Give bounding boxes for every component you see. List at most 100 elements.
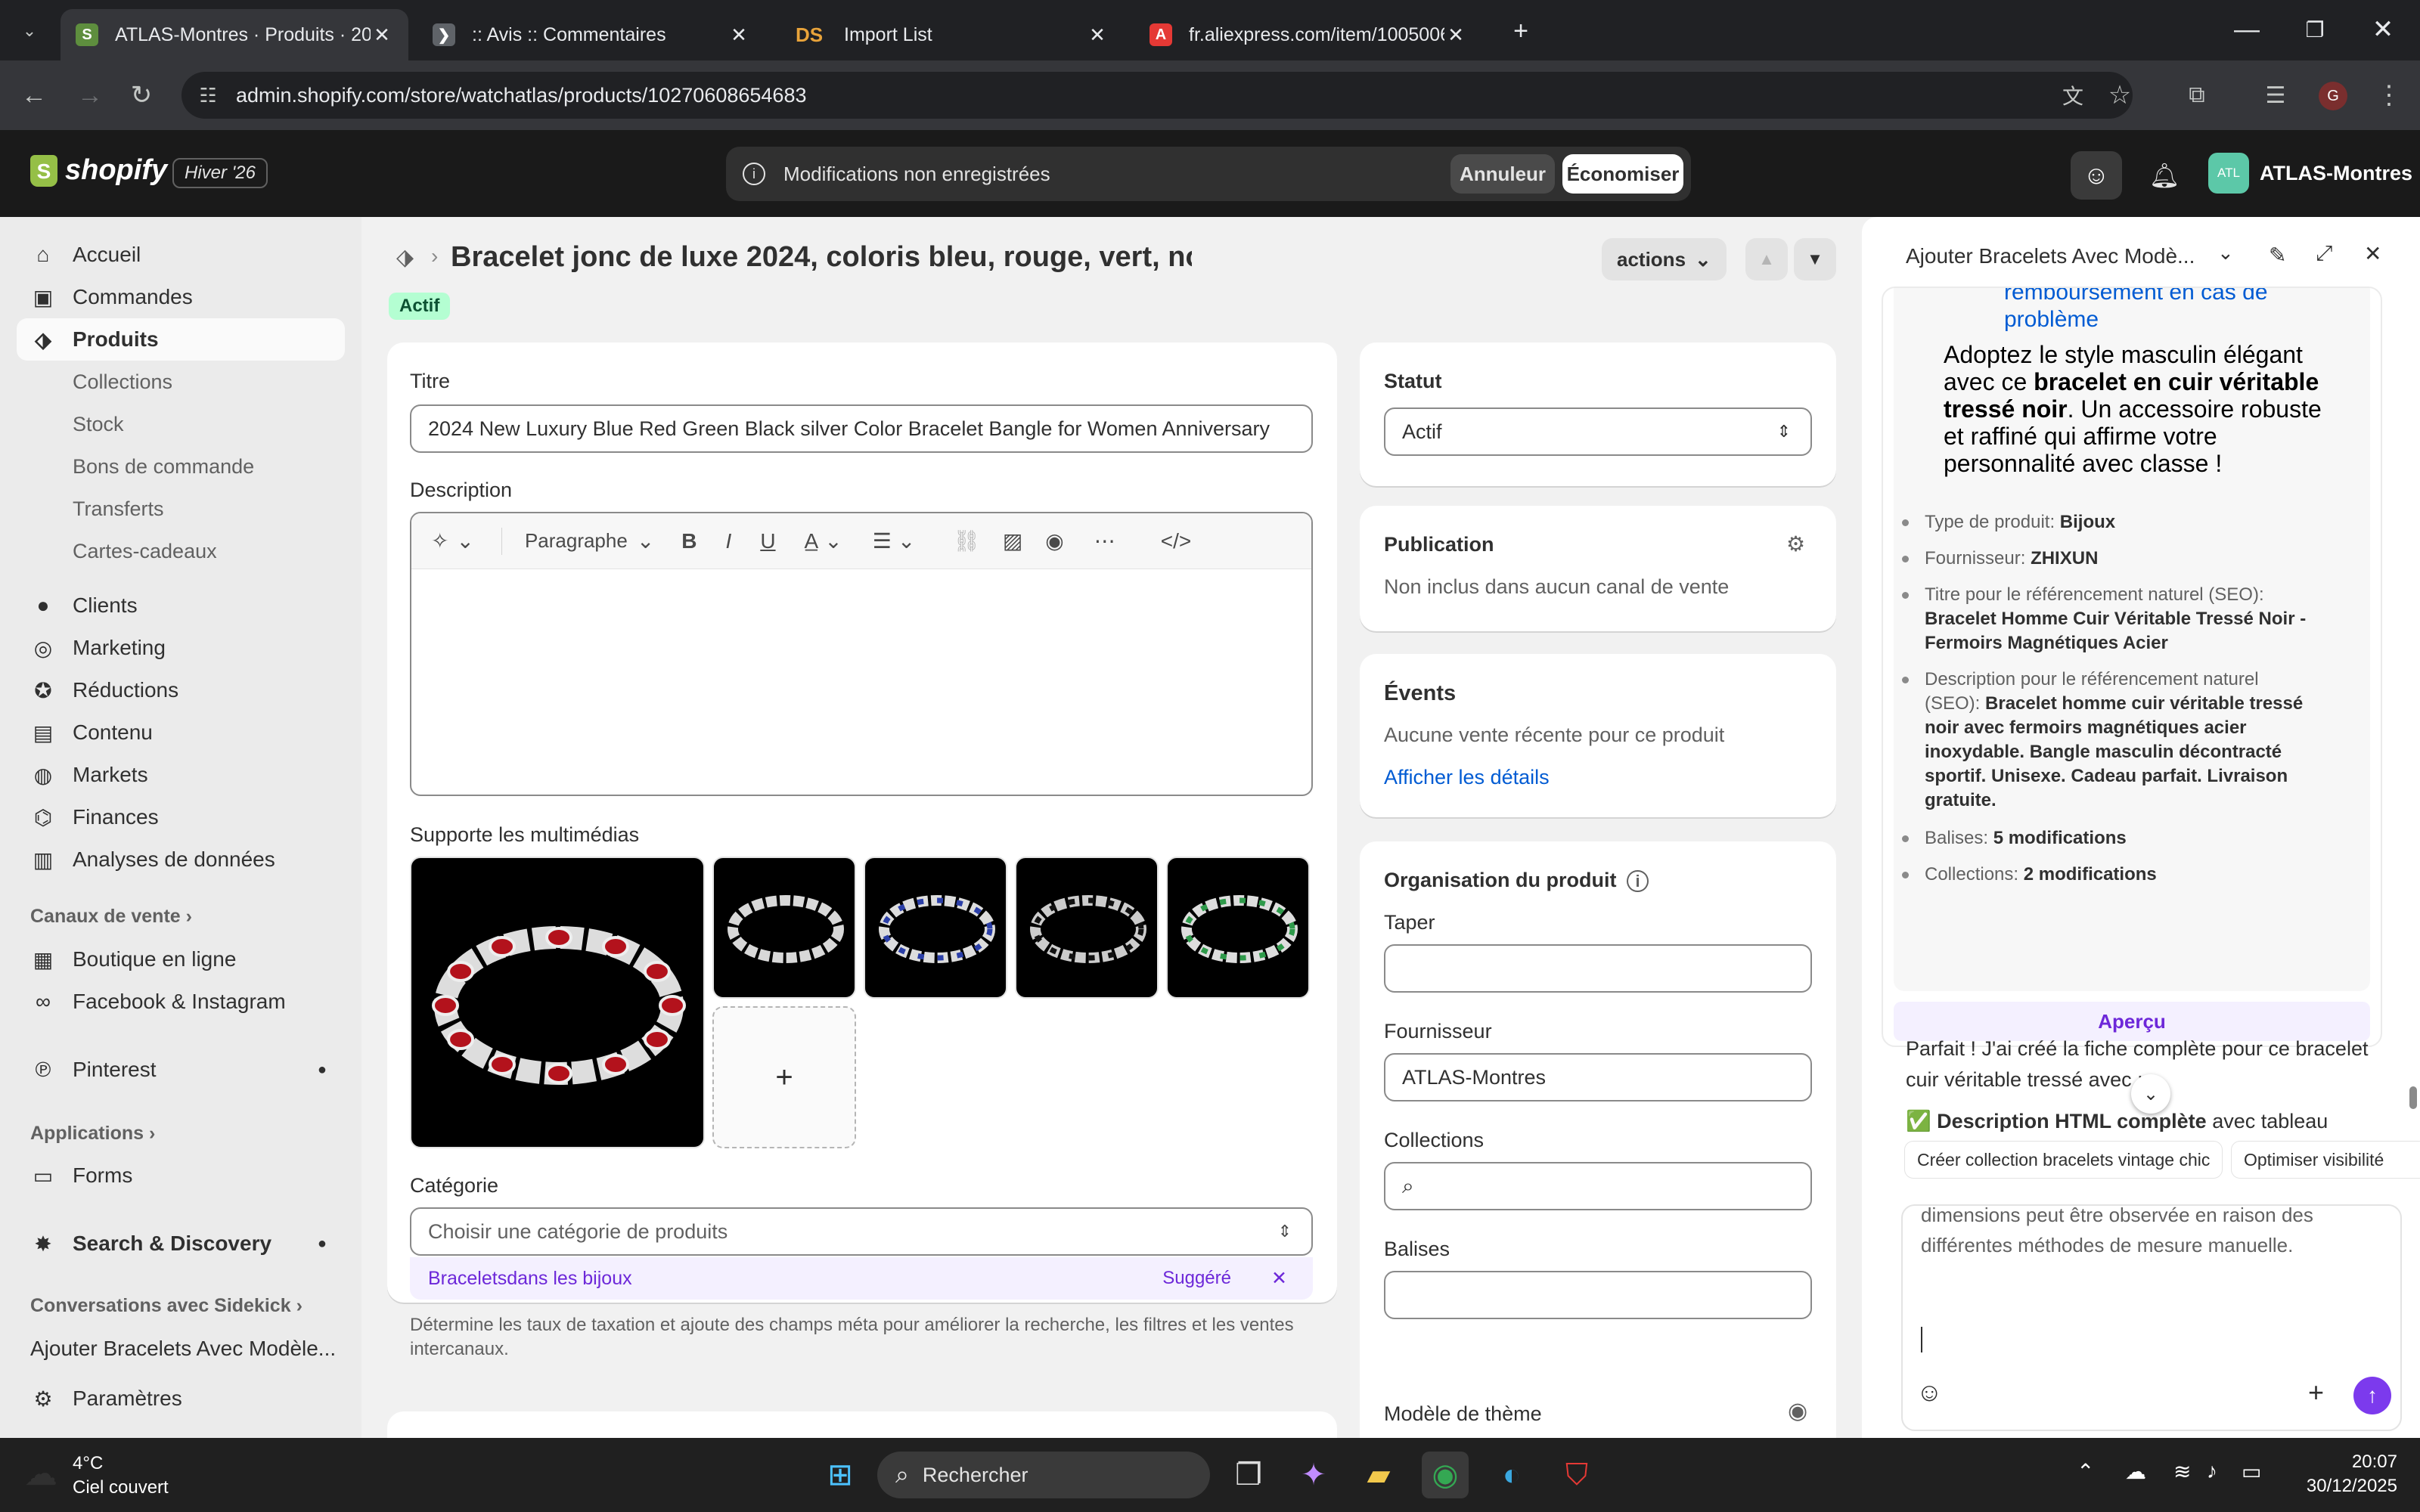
sidebar-item-pinterest[interactable]: ℗ Pinterest ●: [17, 1049, 345, 1091]
category-suggestion[interactable]: Bracelets dans les bijoux Suggéré ✕: [410, 1257, 1313, 1300]
media-thumb-silver[interactable]: [712, 857, 856, 999]
sidebar-item-analytics[interactable]: ▥ Analyses de données: [17, 838, 345, 881]
suggestion-chip[interactable]: Créer collection bracelets vintage chic: [1904, 1141, 2223, 1179]
dismiss-suggestion-icon[interactable]: ✕: [1271, 1267, 1287, 1290]
reload-icon[interactable]: ↻: [123, 76, 160, 114]
media-thumb-black[interactable]: [1015, 857, 1159, 999]
windows-start-icon[interactable]: ⊞: [817, 1452, 864, 1498]
sidebar-item-products[interactable]: ⬗ Produits: [17, 318, 345, 361]
next-product-button[interactable]: ▼: [1794, 238, 1836, 280]
back-icon[interactable]: ←: [15, 76, 53, 114]
close-window-icon[interactable]: ✕: [2364, 11, 2402, 48]
events-details-link[interactable]: Afficher les détails: [1384, 766, 1550, 789]
previous-product-button[interactable]: ▲: [1745, 238, 1788, 280]
type-input[interactable]: [1384, 944, 1812, 993]
html-code-icon[interactable]: </>: [1161, 529, 1191, 553]
sidekick-conversation-item[interactable]: Ajouter Bracelets Avec Modèle...: [30, 1337, 340, 1361]
onedrive-icon[interactable]: ☁: [2125, 1459, 2146, 1484]
address-bar[interactable]: admin.shopify.com/store/watchatlas/produ…: [182, 72, 2133, 119]
link-icon[interactable]: ⛓: [953, 528, 980, 553]
scroll-down-button[interactable]: ⌄: [2131, 1074, 2170, 1114]
bell-icon[interactable]: 🔔︎: [2145, 156, 2184, 195]
cut-link-text[interactable]: remboursement en cas de problème: [2004, 288, 2268, 333]
add-media-button[interactable]: +: [712, 1006, 856, 1148]
site-info-icon[interactable]: ☷: [189, 76, 227, 114]
sidebar-item-home[interactable]: ⌂ Accueil: [17, 234, 345, 276]
attach-icon[interactable]: +: [2308, 1377, 2324, 1408]
mcafee-icon[interactable]: ⛉: [1553, 1452, 1600, 1498]
media-thumb-green[interactable]: [1166, 857, 1310, 999]
chrome-menu-icon[interactable]: ⋮: [2370, 76, 2408, 114]
description-editor[interactable]: ✧ ⌄ Paragraphe ⌄ B I U A̲ ⌄ ☰ ⌄ ⛓ ▨ ◉ ⋯ </>: [410, 512, 1313, 796]
browser-tab-import-list[interactable]: DS Import List ✕: [776, 9, 1124, 60]
sidebar-item-settings[interactable]: ⚙ Paramètres: [17, 1377, 345, 1420]
sidebar-item-online-store[interactable]: ▦ Boutique en ligne: [17, 938, 345, 981]
sidebar-item-stock[interactable]: Stock: [17, 403, 345, 445]
eye-icon[interactable]: ◉: [1788, 1398, 1807, 1424]
weather-cloud-icon[interactable]: ☁: [24, 1455, 57, 1493]
chevron-down-icon[interactable]: ⌄: [2217, 241, 2234, 265]
new-tab-icon[interactable]: +: [1502, 12, 1540, 50]
extensions-icon[interactable]: ⧉: [2178, 76, 2216, 114]
sidebar-item-marketing[interactable]: ◎ Marketing: [17, 627, 345, 669]
paragraph-select[interactable]: Paragraphe: [525, 529, 628, 553]
info-icon[interactable]: i: [1627, 870, 1649, 892]
volume-icon[interactable]: ♪: [2207, 1459, 2217, 1483]
status-select[interactable]: Actif ⇕: [1384, 407, 1812, 456]
sidebar-item-forms[interactable]: ▭ Forms: [17, 1154, 345, 1197]
battery-icon[interactable]: ▭: [2242, 1459, 2261, 1484]
send-button[interactable]: ↑: [2353, 1377, 2391, 1414]
chrome-taskbar-icon[interactable]: ◉: [1422, 1452, 1469, 1498]
italic-icon[interactable]: I: [726, 529, 732, 553]
sidebar-item-discounts[interactable]: ✪ Réductions: [17, 669, 345, 711]
weather-widget[interactable]: 4°C Ciel couvert: [73, 1452, 169, 1500]
file-explorer-icon[interactable]: ▰: [1355, 1452, 1402, 1498]
shopify-logo[interactable]: S shopify: [30, 154, 167, 187]
sidebar-item-gift-cards[interactable]: Cartes-cadeaux: [17, 530, 345, 572]
collections-input[interactable]: ⌕: [1384, 1162, 1812, 1210]
copilot-icon[interactable]: ✦: [1290, 1452, 1337, 1498]
sidebar-item-finances[interactable]: ⌬ Finances: [17, 796, 345, 838]
reading-list-icon[interactable]: ☰: [2257, 76, 2294, 114]
suggestion-chip[interactable]: Optimiser visibilité: [2231, 1141, 2420, 1179]
bold-icon[interactable]: B: [681, 529, 697, 553]
close-tab-icon[interactable]: ✕: [1444, 23, 1467, 47]
media-main-image[interactable]: [410, 857, 705, 1148]
products-breadcrumb-tag-icon[interactable]: ⬗: [396, 244, 414, 271]
browser-tab-aliexpress[interactable]: A fr.aliexpress.com/item/1005006 ✕: [1134, 9, 1482, 60]
taskbar-clock[interactable]: 20:07 30/12/2025: [2291, 1450, 2397, 1498]
image-icon[interactable]: ▨: [1003, 528, 1022, 553]
sidebar-item-purchase-orders[interactable]: Bons de commande: [17, 445, 345, 488]
task-view-icon[interactable]: ❐: [1225, 1452, 1272, 1498]
edition-badge[interactable]: Hiver '26: [172, 158, 268, 188]
sidebar-item-customers[interactable]: ● Clients: [17, 584, 345, 627]
taskbar-search[interactable]: ⌕ Rechercher: [877, 1452, 1210, 1498]
tags-input[interactable]: [1384, 1271, 1812, 1319]
text-color-icon[interactable]: A̲: [805, 529, 819, 553]
media-thumb-blue[interactable]: [864, 857, 1007, 999]
sales-channels-heading[interactable]: Canaux de vente ›: [30, 906, 192, 928]
bookmark-star-icon[interactable]: ☆: [2101, 76, 2139, 114]
profile-avatar[interactable]: G: [2319, 82, 2347, 110]
close-tab-icon[interactable]: ✕: [371, 23, 393, 47]
more-icon[interactable]: ⋯: [1094, 528, 1115, 553]
new-chat-icon[interactable]: ✎: [2269, 243, 2286, 268]
sidekick-conversations-heading[interactable]: Conversations avec Sidekick ›: [30, 1295, 302, 1317]
title-input[interactable]: 2024 New Luxury Blue Red Green Black sil…: [410, 404, 1313, 453]
video-icon[interactable]: ◉: [1045, 528, 1063, 553]
minimize-window-icon[interactable]: —: [2228, 11, 2266, 48]
underline-icon[interactable]: U: [760, 529, 775, 553]
expand-icon[interactable]: ⤢: [2316, 241, 2332, 266]
suggestion-link[interactable]: Bracelets: [428, 1268, 507, 1290]
chevron-down-icon[interactable]: ⌄: [456, 528, 473, 553]
sidebar-item-search-discovery[interactable]: ✸ Search & Discovery ●: [17, 1222, 345, 1265]
actions-button[interactable]: actions ⌄: [1602, 238, 1727, 280]
translate-icon[interactable]: 文: [2054, 76, 2092, 114]
store-switcher[interactable]: ATL ATLAS-Montres: [2208, 153, 2412, 194]
sidebar-item-collections[interactable]: Collections: [17, 361, 345, 403]
panel-scrollbar[interactable]: [2409, 1086, 2417, 1109]
close-tab-icon[interactable]: ✕: [1086, 23, 1109, 47]
manage-channels-icon[interactable]: ⚙: [1786, 531, 1805, 556]
edge-icon[interactable]: ◐: [1488, 1452, 1535, 1498]
sidebar-item-content[interactable]: ▤ Contenu: [17, 711, 345, 754]
